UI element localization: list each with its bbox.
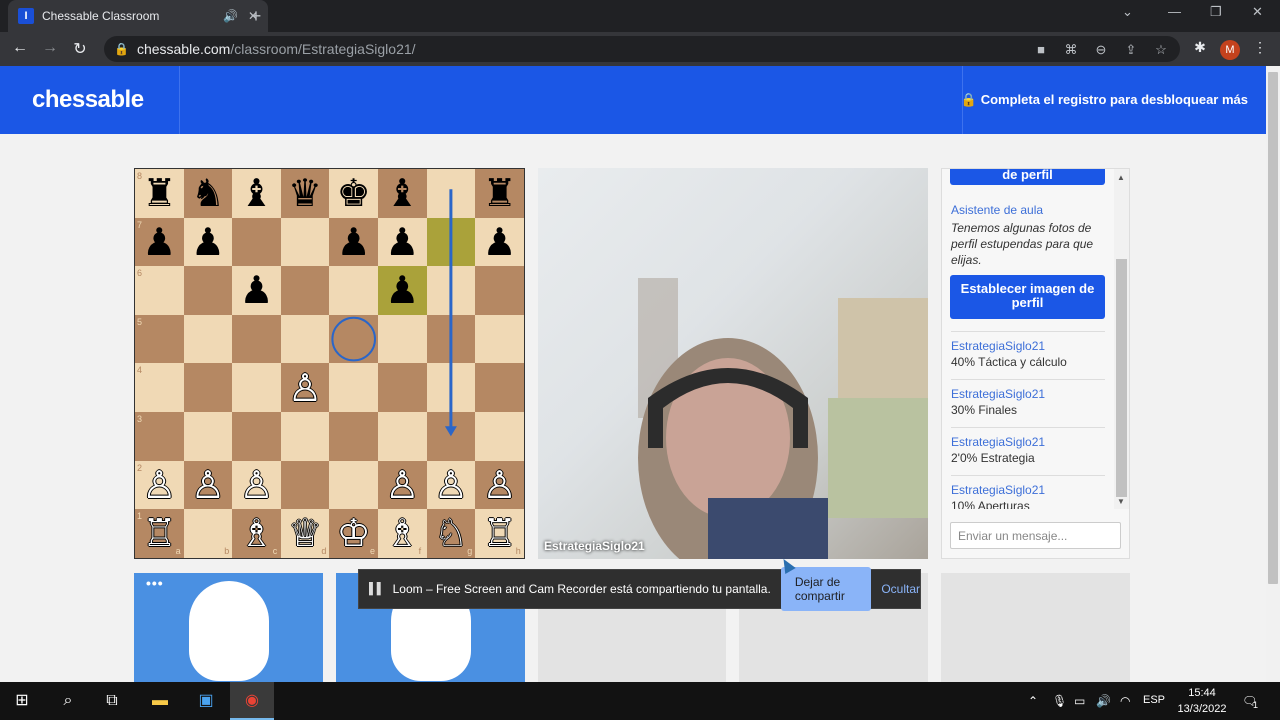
register-text: Completa el registro para desbloquear má…	[980, 92, 1248, 107]
chat-author[interactable]: EstrategiaSiglo21	[951, 387, 1045, 401]
chat-message: 10% Aperturas	[951, 499, 1030, 509]
tab-title: Chessable Classroom	[42, 9, 160, 23]
reload-icon[interactable]: ↻	[70, 39, 90, 59]
file-explorer-icon[interactable]: ▬	[150, 691, 170, 711]
scroll-down-icon[interactable]: ▼	[1117, 497, 1125, 506]
chat-author[interactable]: EstrategiaSiglo21	[951, 483, 1045, 497]
video-frame-image	[638, 278, 928, 559]
chat-separator	[951, 475, 1105, 476]
chat-panel: de perfil Asistente de aula Tenemos algu…	[941, 168, 1130, 559]
chat-scroll-thumb[interactable]	[1116, 259, 1127, 497]
store-icon[interactable]: ▣	[196, 691, 216, 711]
microphone-icon[interactable]: 🎙	[1052, 694, 1067, 708]
pause-icon[interactable]: ▌▌	[369, 583, 385, 595]
clock[interactable]: 15:44 13/3/2022	[1172, 685, 1232, 717]
scroll-up-icon[interactable]: ▲	[1117, 173, 1125, 182]
translate-icon[interactable]: ⌘	[1062, 42, 1080, 58]
chat-message: 30% Finales	[951, 403, 1018, 417]
site-header: chessable 🔒 Completa el registro para de…	[0, 66, 1266, 134]
profile-avatar[interactable]: M	[1220, 40, 1240, 60]
chat-author[interactable]: Asistente de aula	[951, 203, 1043, 217]
extensions-icon[interactable]: ✱	[1190, 39, 1210, 56]
new-tab-button[interactable]: +	[244, 4, 268, 28]
bookmark-star-icon[interactable]: ☆	[1152, 42, 1170, 58]
chat-separator	[951, 427, 1105, 428]
page-scroll-thumb[interactable]	[1268, 72, 1278, 584]
share-message: Loom – Free Screen and Cam Recorder está…	[392, 582, 771, 596]
tab-search-icon[interactable]: ⌄	[1122, 4, 1133, 20]
square-circle-marker	[331, 316, 376, 362]
teacher-video: EstrategiaSiglo21	[538, 168, 928, 559]
clock-date: 13/3/2022	[1177, 703, 1227, 715]
chat-message: Tenemos algunas fotos de perfil estupend…	[951, 221, 1094, 267]
chrome-icon[interactable]: ◉	[242, 691, 262, 711]
hide-button[interactable]: Ocultar	[881, 582, 920, 596]
chat-separator	[951, 331, 1105, 332]
back-icon[interactable]: ←	[10, 39, 30, 57]
forward-icon[interactable]: →	[40, 39, 60, 57]
url-domain: chessable.com	[136, 41, 231, 57]
chessable-favicon-icon: I	[18, 8, 34, 24]
language-indicator[interactable]: ESP	[1143, 694, 1165, 706]
address-bar[interactable]: 🔒 chessable.com/classroom/EstrategiaSigl…	[104, 36, 1180, 62]
chessboard[interactable]: 8 7 6 5 4 3 2 1 a b c d e f g h ♜ ♞ ♝ ♛ ♚ ♝ ♜ ♟ ♟ ♟ ♟ ♟ ♟ ♟ ♙ ♙ ♙ ♙ ♙ ♙ ♙ ♖ ♗ ♕…	[134, 168, 525, 559]
clock-time: 15:44	[1188, 687, 1216, 699]
browser-tab[interactable]: I Chessable Classroom 🔊 ✕	[8, 0, 268, 32]
speaker-icon[interactable]: 🔊	[223, 9, 238, 23]
more-options-icon[interactable]: •••	[146, 575, 164, 591]
participant-tile[interactable]: •••	[134, 573, 323, 682]
volume-icon[interactable]: 🔊	[1096, 694, 1111, 708]
chat-messages[interactable]: de perfil Asistente de aula Tenemos algu…	[942, 169, 1114, 509]
screen-share-bar: ▌▌ Loom – Free Screen and Cam Recorder e…	[358, 567, 921, 611]
battery-icon[interactable]: ▭	[1074, 694, 1085, 708]
menu-icon[interactable]: ⋮	[1250, 39, 1270, 56]
windows-taskbar: ⊞ ⌕ ⧉ ▬ ▣ ◉ ⌃ 🎙 ▭ 🔊 ◠ ESP 15:44 13/3/202…	[0, 682, 1280, 720]
board-annotations	[331, 189, 457, 437]
network-icon[interactable]: ◠	[1120, 694, 1130, 708]
lock-icon: 🔒	[114, 42, 129, 56]
header-divider	[179, 66, 180, 134]
windows-start-icon[interactable]: ⊞	[12, 691, 32, 711]
empty-participant-tile	[941, 573, 1130, 682]
chat-message: 2'0% Estrategia	[951, 451, 1035, 465]
screen: I Chessable Classroom 🔊 ✕ + ⌄ — ❐ ✕ ← → …	[0, 0, 1280, 720]
browser-toolbar: ← → ↻ 🔒 chessable.com/classroom/Estrateg…	[0, 32, 1280, 66]
chat-separator	[951, 379, 1105, 380]
task-view-icon[interactable]: ⧉	[102, 691, 122, 711]
search-icon[interactable]: ⌕	[58, 691, 78, 711]
chessable-logo[interactable]: chessable	[32, 86, 144, 114]
chat-message: 40% Táctica y cálculo	[951, 355, 1067, 369]
default-avatar-icon	[189, 581, 269, 681]
close-window-icon[interactable]: ✕	[1252, 4, 1263, 20]
minimize-icon[interactable]: —	[1168, 4, 1181, 19]
arrow-head	[444, 426, 457, 437]
chat-author[interactable]: EstrategiaSiglo21	[951, 339, 1045, 353]
zoom-icon[interactable]: ⊖	[1092, 42, 1110, 58]
notification-count: 1	[1253, 700, 1259, 710]
share-icon[interactable]: ⇪	[1122, 42, 1140, 58]
register-link[interactable]: 🔒 Completa el registro para desbloquear …	[961, 92, 1248, 108]
show-hidden-icons-icon[interactable]: ⌃	[1028, 694, 1038, 708]
set-profile-image-button[interactable]: Establecer imagen de perfil	[950, 275, 1105, 319]
chat-author[interactable]: EstrategiaSiglo21	[951, 435, 1045, 449]
lock-icon: 🔒	[960, 92, 978, 107]
browser-tab-bar: I Chessable Classroom 🔊 ✕ + ⌄ — ❐ ✕	[0, 0, 1280, 32]
url-path: /classroom/EstrategiaSiglo21/	[230, 41, 416, 57]
profile-button[interactable]: de perfil	[950, 169, 1105, 185]
chat-input[interactable]: Enviar un mensaje...	[950, 522, 1121, 549]
video-name-label: EstrategiaSiglo21	[544, 539, 645, 553]
maximize-icon[interactable]: ❐	[1210, 4, 1222, 20]
camera-icon[interactable]: ■	[1032, 42, 1050, 57]
stop-sharing-button[interactable]: Dejar de compartir	[780, 567, 872, 611]
